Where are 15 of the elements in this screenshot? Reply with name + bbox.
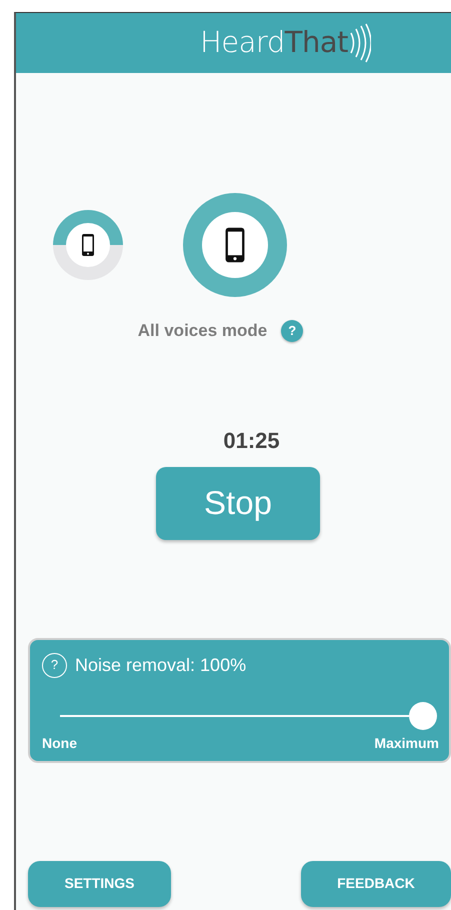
help-button[interactable]: ?: [281, 320, 304, 342]
phone-icon: [81, 233, 95, 257]
noise-removal-label: Noise removal: 100%: [75, 654, 246, 676]
help-button[interactable]: ?: [42, 652, 67, 678]
feedback-button[interactable]: FEEDBACK: [301, 860, 451, 906]
logo: HeardThat: [200, 24, 348, 62]
phone-icon: [224, 226, 246, 264]
max-label: Maximum: [374, 734, 439, 752]
min-label: None: [42, 734, 77, 752]
stop-button[interactable]: Stop: [156, 466, 320, 540]
sound-waves-icon: [349, 23, 371, 63]
mode-label: All voices mode: [138, 320, 268, 342]
settings-button[interactable]: SETTINGS: [28, 860, 171, 906]
slider-thumb[interactable]: [409, 702, 437, 730]
timer: 01:25: [223, 428, 280, 452]
